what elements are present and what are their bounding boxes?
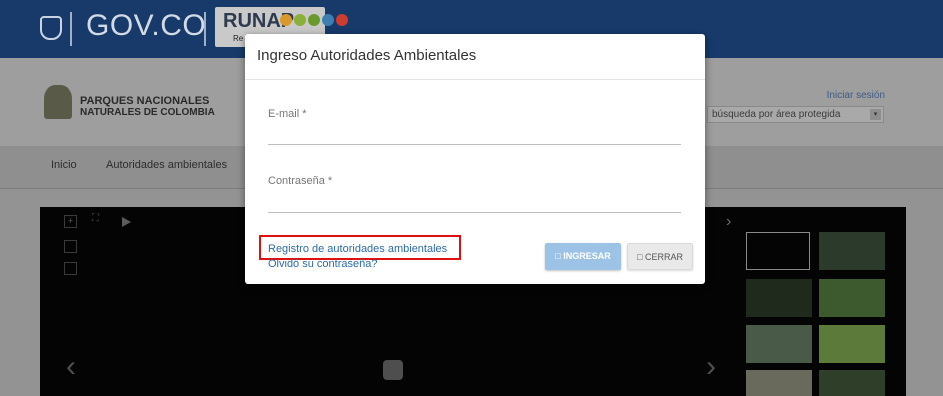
chevron-right-icon[interactable]: ›: [726, 213, 731, 231]
top-bar-divider: [70, 12, 72, 46]
protected-area-select-value: búsqueda por área protegida: [712, 109, 841, 120]
register-authorities-link[interactable]: Registro de autoridades ambientales: [268, 243, 447, 255]
modal-divider: [245, 79, 705, 80]
zoom-in-icon[interactable]: +: [64, 215, 77, 228]
reset-zoom-icon[interactable]: [64, 262, 77, 275]
gallery-thumbnail[interactable]: [819, 232, 885, 270]
runap-logo-subtitle: Re: [233, 34, 244, 43]
gallery-thumbnail[interactable]: [746, 370, 812, 396]
runap-logo-dots: [280, 14, 348, 26]
gallery-next-icon[interactable]: ›: [706, 350, 716, 384]
login-modal: Ingreso Autoridades Ambientales E-mail *…: [245, 34, 705, 284]
password-label: Contraseña *: [268, 175, 333, 187]
gallery-thumbnail[interactable]: [746, 325, 812, 363]
gallery-thumbnail[interactable]: [746, 279, 812, 317]
nav-item-inicio[interactable]: Inicio: [51, 159, 77, 171]
runap-dot: [294, 14, 306, 26]
runap-dot: [280, 14, 292, 26]
parques-nacionales-logo-icon[interactable]: [44, 85, 72, 119]
top-bar-divider: [204, 12, 206, 46]
fullscreen-icon[interactable]: ⛶: [92, 213, 99, 224]
govco-logo-text[interactable]: GOV.CO: [86, 9, 206, 43]
loading-spinner-icon: [383, 360, 403, 380]
nav-item-autoridades[interactable]: Autoridades ambientales: [106, 159, 227, 171]
org-name-line2: NATURALES DE COLOMBIA: [80, 107, 215, 118]
play-icon[interactable]: [122, 217, 131, 227]
forgot-password-link[interactable]: Olvidó su contraseña?: [268, 258, 377, 270]
ingresar-button[interactable]: □ INGRESAR: [545, 243, 621, 270]
gallery-thumbnail[interactable]: [819, 370, 885, 396]
govco-shield-icon: [40, 16, 62, 40]
gallery-thumbnail-selected[interactable]: [746, 232, 810, 270]
gallery-thumbnail[interactable]: [819, 279, 885, 317]
org-name-line1: PARQUES NACIONALES: [80, 95, 210, 107]
runap-dot: [322, 14, 334, 26]
protected-area-select[interactable]: búsqueda por área protegida ▾: [707, 106, 884, 123]
email-label: E-mail *: [268, 108, 307, 120]
cerrar-button[interactable]: □ CERRAR: [627, 243, 693, 270]
email-field[interactable]: [268, 124, 681, 145]
zoom-out-icon[interactable]: [64, 240, 77, 253]
runap-dot: [308, 14, 320, 26]
chevron-down-icon: ▾: [870, 109, 881, 120]
modal-title: Ingreso Autoridades Ambientales: [257, 47, 477, 64]
runap-dot: [336, 14, 348, 26]
login-link[interactable]: Iniciar sesión: [827, 90, 885, 101]
gallery-prev-icon[interactable]: ‹: [66, 350, 76, 384]
password-field[interactable]: [268, 192, 681, 213]
gallery-thumbnail[interactable]: [819, 325, 885, 363]
